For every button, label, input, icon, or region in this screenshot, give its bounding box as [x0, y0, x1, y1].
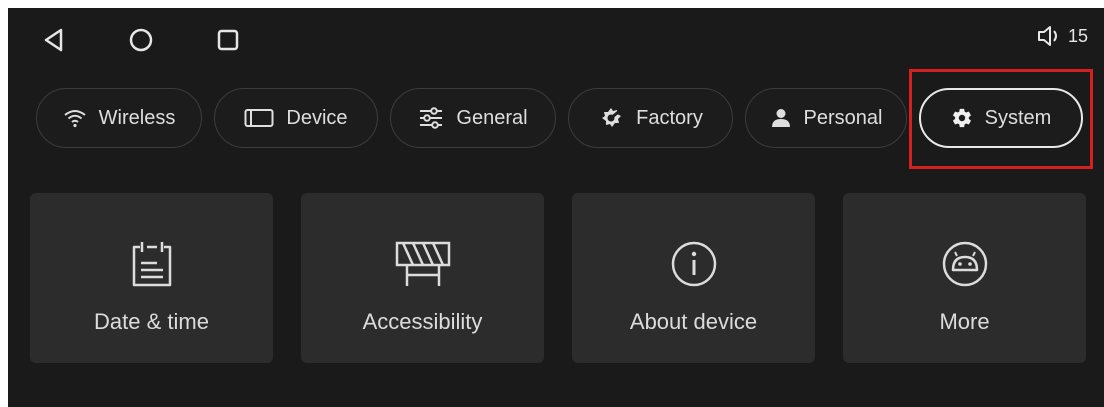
category-tabs: Wireless Device General Factory Personal… [8, 88, 1104, 152]
card-accessibility[interactable]: Accessibility [301, 193, 544, 363]
tab-label: Factory [636, 106, 703, 129]
speaker-icon [1037, 26, 1057, 46]
person-icon [770, 107, 792, 129]
tab-system[interactable]: System [919, 88, 1083, 148]
tab-label: Wireless [98, 106, 176, 129]
gear-icon [951, 107, 973, 129]
home-circle-icon [129, 28, 153, 52]
device-screen-icon [244, 108, 274, 128]
card-date-time[interactable]: Date & time [30, 193, 273, 363]
recents-square-icon [217, 29, 239, 51]
factory-gear-icon [598, 105, 624, 131]
card-more[interactable]: More [843, 193, 1086, 363]
tab-label: System [984, 106, 1052, 129]
tab-label: Personal [803, 106, 883, 129]
tab-label: General [456, 106, 528, 129]
card-label: About device [629, 309, 758, 334]
sliders-icon [418, 106, 444, 130]
android-icon [940, 235, 990, 293]
status-bar: 15 [8, 8, 1104, 66]
back-triangle-icon [44, 28, 63, 52]
tab-wireless[interactable]: Wireless [36, 88, 202, 148]
back-button[interactable] [36, 22, 72, 58]
tab-personal[interactable]: Personal [745, 88, 907, 148]
tab-label: Device [286, 106, 348, 129]
settings-screen: 15 Wireless Device General Factory Perso… [8, 8, 1104, 407]
tab-general[interactable]: General [390, 88, 556, 148]
card-label: Accessibility [362, 309, 483, 334]
card-label: Date & time [94, 309, 209, 334]
recents-button[interactable] [210, 22, 246, 58]
tab-factory[interactable]: Factory [568, 88, 733, 148]
card-about-device[interactable]: About device [572, 193, 815, 363]
wifi-icon [63, 108, 87, 128]
calendar-icon [130, 235, 174, 293]
volume-level: 15 [1067, 25, 1088, 46]
info-icon [669, 235, 719, 293]
home-button[interactable] [123, 22, 159, 58]
volume-indicator[interactable]: 15 [1036, 24, 1088, 48]
tab-device[interactable]: Device [214, 88, 378, 148]
barrier-icon [393, 235, 453, 293]
card-label: More [939, 309, 990, 334]
